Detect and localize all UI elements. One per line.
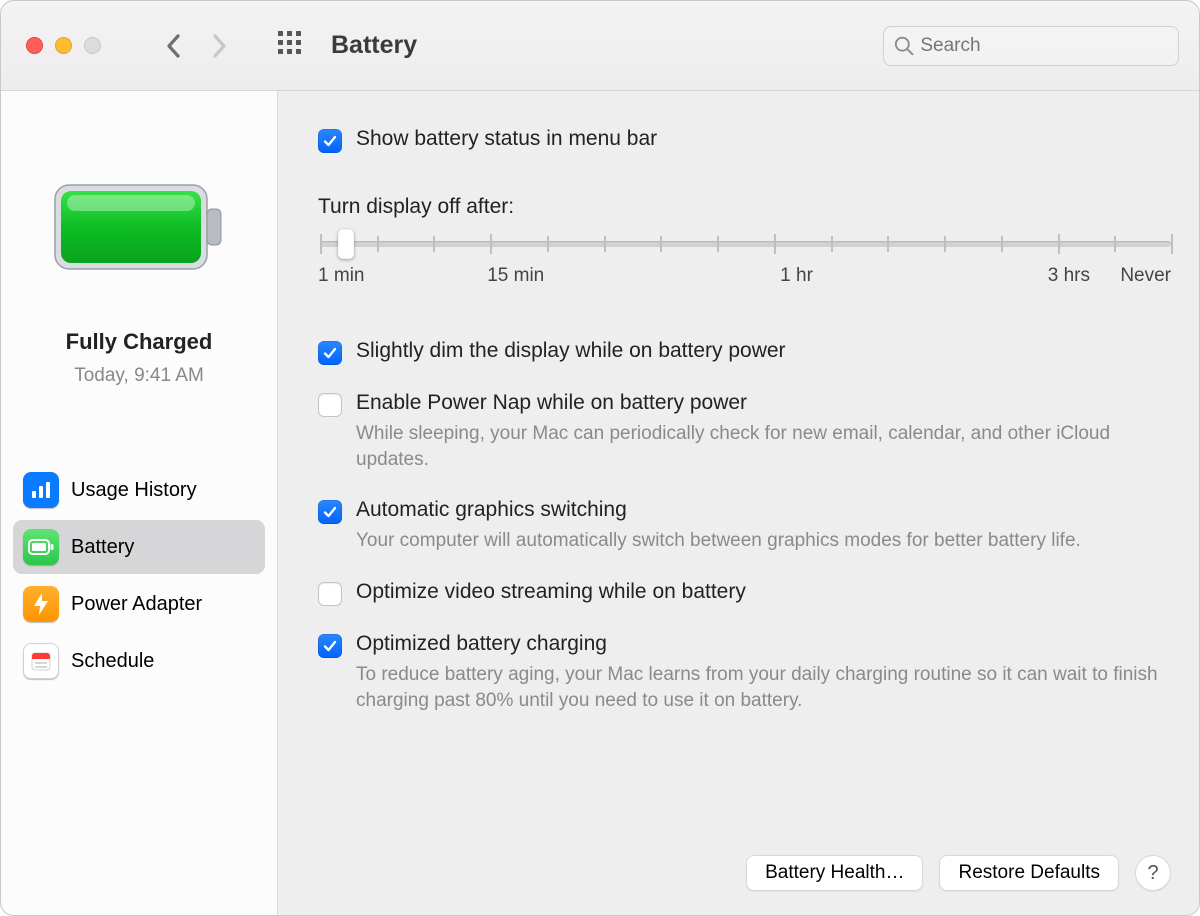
help-button[interactable]: ? [1135, 855, 1171, 891]
graphics-switching-label: Automatic graphics switching [356, 498, 1081, 522]
slider-thumb[interactable] [338, 229, 354, 259]
dim-display-label: Slightly dim the display while on batter… [356, 339, 786, 363]
back-button[interactable] [159, 28, 187, 64]
window-controls [26, 37, 101, 54]
graphics-switching-desc: Your computer will automatically switch … [356, 528, 1081, 554]
sidebar-item-label: Usage History [71, 479, 197, 502]
battery-icon [23, 529, 59, 565]
sidebar-item-schedule[interactable]: Schedule [13, 634, 265, 688]
sidebar-item-label: Battery [71, 536, 134, 559]
slider-tick-labels: 1 min 15 min 1 hr 3 hrs Never [320, 265, 1171, 293]
minimize-window-button[interactable] [55, 37, 72, 54]
sidebar-item-label: Schedule [71, 650, 154, 673]
power-nap-desc: While sleeping, your Mac can periodicall… [356, 421, 1171, 472]
optimized-charging-label: Optimized battery charging [356, 632, 1171, 656]
sidebar-item-battery[interactable]: Battery [13, 520, 265, 574]
forward-button[interactable] [205, 28, 233, 64]
sidebar-item-usage-history[interactable]: Usage History [13, 463, 265, 517]
chart-bar-icon [23, 472, 59, 508]
optimized-charging-checkbox[interactable] [318, 634, 342, 658]
battery-status-subtitle: Today, 9:41 AM [13, 365, 265, 387]
display-off-slider[interactable]: 1 min 15 min 1 hr 3 hrs Never [320, 241, 1171, 293]
search-field[interactable] [883, 26, 1179, 66]
battery-status-title: Fully Charged [13, 329, 265, 355]
power-nap-checkbox[interactable] [318, 393, 342, 417]
page-title: Battery [331, 31, 417, 60]
search-icon [894, 35, 914, 57]
display-off-label: Turn display off after: [318, 195, 1171, 219]
search-input[interactable] [914, 35, 1168, 57]
dim-display-checkbox[interactable] [318, 341, 342, 365]
show-battery-status-checkbox[interactable] [318, 129, 342, 153]
battery-health-button[interactable]: Battery Health… [746, 855, 923, 891]
close-window-button[interactable] [26, 37, 43, 54]
optimize-video-checkbox[interactable] [318, 582, 342, 606]
restore-defaults-button[interactable]: Restore Defaults [939, 855, 1119, 891]
sidebar: Fully Charged Today, 9:41 AM Usage Histo… [1, 91, 278, 915]
zoom-window-button[interactable] [84, 37, 101, 54]
calendar-icon [23, 643, 59, 679]
toolbar: Battery [1, 1, 1199, 91]
battery-illustration [13, 179, 265, 275]
show-all-button[interactable] [277, 30, 303, 61]
graphics-switching-checkbox[interactable] [318, 500, 342, 524]
sidebar-item-power-adapter[interactable]: Power Adapter [13, 577, 265, 631]
power-nap-label: Enable Power Nap while on battery power [356, 391, 1171, 415]
sidebar-nav: Usage History Battery Power Adapter [13, 463, 265, 688]
content-pane: Show battery status in menu bar Turn dis… [278, 91, 1199, 915]
sidebar-item-label: Power Adapter [71, 593, 202, 616]
show-battery-status-label: Show battery status in menu bar [356, 127, 657, 151]
preferences-window: Battery [0, 0, 1200, 916]
footer: Battery Health… Restore Defaults ? [318, 835, 1171, 891]
optimized-charging-desc: To reduce battery aging, your Mac learns… [356, 662, 1171, 713]
optimize-video-label: Optimize video streaming while on batter… [356, 580, 746, 604]
bolt-icon [23, 586, 59, 622]
